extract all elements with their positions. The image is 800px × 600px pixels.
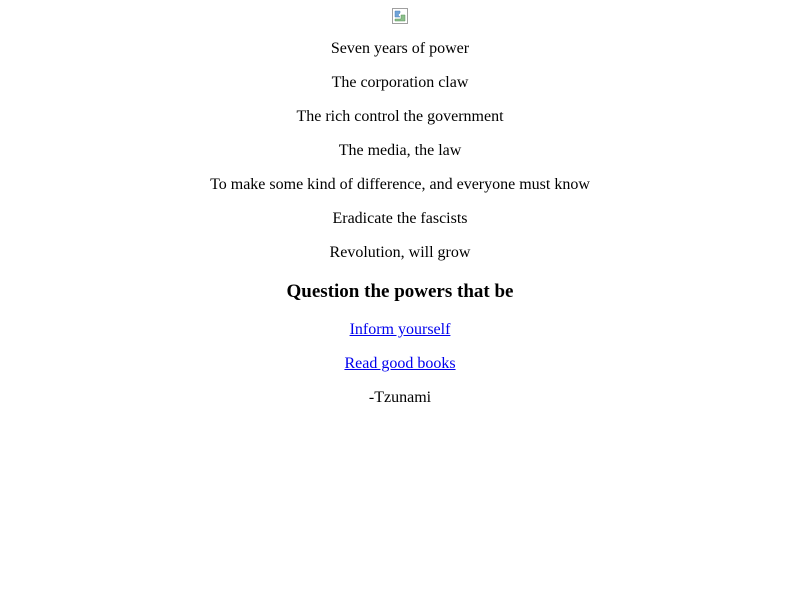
inform-yourself-link[interactable]: Inform yourself bbox=[350, 321, 451, 338]
inform-link-row: Inform yourself bbox=[0, 321, 800, 339]
signature: -Tzunami bbox=[368, 389, 432, 406]
broken-image-icon bbox=[392, 8, 408, 24]
poem-line-3: The rich control the government bbox=[296, 108, 504, 125]
poem-line-1: Seven years of power bbox=[330, 40, 470, 57]
poem-line-5: To make some kind of difference, and eve… bbox=[210, 176, 590, 193]
poem-line-7: Revolution, will grow bbox=[329, 244, 471, 261]
poem-line-6: Eradicate the fascists bbox=[332, 210, 468, 227]
poem-line-4: The media, the law bbox=[338, 142, 462, 159]
read-good-books-link[interactable]: Read good books bbox=[344, 355, 455, 372]
page: Seven years of power The corporation cla… bbox=[0, 0, 800, 600]
books-link-row: Read good books bbox=[0, 355, 800, 373]
poem-heading: Question the powers that be bbox=[286, 281, 514, 302]
poem-line-2: The corporation claw bbox=[331, 74, 469, 91]
